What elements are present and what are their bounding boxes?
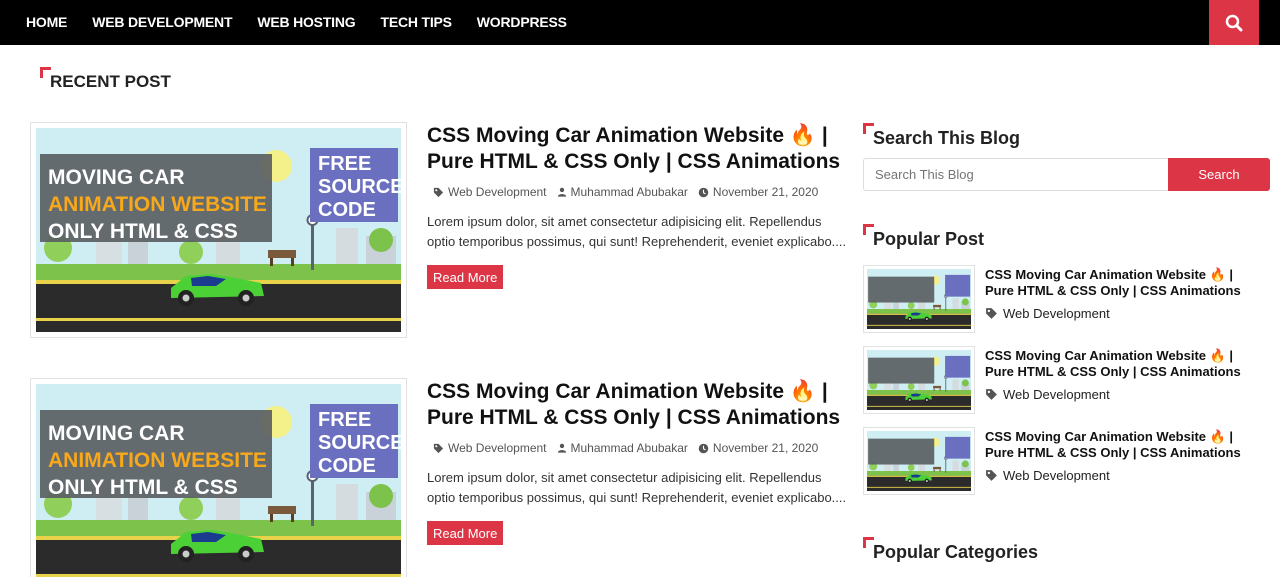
popular-post-item: CSS Moving Car Animation Website 🔥 | Pur… bbox=[863, 427, 1263, 495]
post-date: November 21, 2020 bbox=[698, 441, 818, 455]
post-card: MOVING CAR ANIMATION WEBSITE ONLY HTML &… bbox=[30, 122, 847, 338]
tag-icon bbox=[985, 469, 998, 482]
post-thumbnail[interactable]: MOVING CAR ANIMATION WEBSITE ONLY HTML &… bbox=[30, 122, 407, 338]
post-author-label: Muhammad Abubakar bbox=[570, 185, 688, 199]
popular-thumbnail-image bbox=[867, 350, 971, 410]
recent-post-heading: RECENT POST bbox=[40, 67, 171, 92]
blog-search-input[interactable] bbox=[863, 158, 1168, 191]
tag-icon bbox=[433, 187, 444, 198]
post-category-label: Web Development bbox=[448, 185, 547, 199]
post-category-label: Web Development bbox=[448, 441, 547, 455]
popular-post-category-label: Web Development bbox=[1003, 306, 1110, 321]
thumbnail-image: MOVING CAR ANIMATION WEBSITE ONLY HTML &… bbox=[36, 384, 401, 577]
thumb-badge-1: FREE bbox=[318, 153, 371, 175]
thumbnail-image: MOVING CAR ANIMATION WEBSITE ONLY HTML &… bbox=[36, 128, 401, 332]
clock-icon bbox=[698, 187, 709, 198]
user-icon bbox=[557, 443, 567, 453]
popular-post-category[interactable]: Web Development bbox=[985, 468, 1265, 483]
nav-link-tech-tips[interactable]: TECH TIPS bbox=[380, 14, 452, 30]
read-more-button[interactable]: Read More bbox=[427, 521, 504, 545]
popular-post-title[interactable]: CSS Moving Car Animation Website 🔥 | Pur… bbox=[985, 429, 1265, 461]
thumb-line-1: MOVING CAR bbox=[48, 422, 185, 445]
thumb-badge-3: CODE bbox=[318, 455, 376, 477]
post-meta: Web Development Muhammad Abubakar Novemb… bbox=[433, 185, 847, 199]
post-card: MOVING CAR ANIMATION WEBSITE ONLY HTML &… bbox=[30, 378, 847, 577]
tag-icon bbox=[985, 388, 998, 401]
nav-link-web-development[interactable]: WEB DEVELOPMENT bbox=[92, 14, 232, 30]
post-author-label: Muhammad Abubakar bbox=[570, 441, 688, 455]
read-more-button[interactable]: Read More bbox=[427, 265, 504, 289]
nav-item-tech-tips[interactable]: TECH TIPS bbox=[380, 14, 452, 32]
popular-post-thumbnail[interactable] bbox=[863, 265, 975, 333]
popular-post-heading: Popular Post bbox=[863, 224, 984, 250]
post-body: CSS Moving Car Animation Website 🔥 | Pur… bbox=[427, 122, 847, 289]
post-meta: Web Development Muhammad Abubakar Novemb… bbox=[433, 441, 847, 455]
user-icon bbox=[557, 187, 567, 197]
blog-search-button[interactable]: Search bbox=[1168, 158, 1270, 191]
thumb-line-3: ONLY HTML & CSS bbox=[48, 476, 238, 499]
thumb-line-3: ONLY HTML & CSS bbox=[48, 220, 238, 243]
top-nav: HOME WEB DEVELOPMENT WEB HOSTING TECH TI… bbox=[0, 0, 1280, 45]
nav-link-web-hosting[interactable]: WEB HOSTING bbox=[257, 14, 355, 30]
tag-icon bbox=[433, 443, 444, 454]
popular-post-item: CSS Moving Car Animation Website 🔥 | Pur… bbox=[863, 346, 1263, 414]
post-title[interactable]: CSS Moving Car Animation Website 🔥 | Pur… bbox=[427, 379, 847, 431]
popular-thumbnail-image bbox=[867, 269, 971, 329]
popular-post-category-label: Web Development bbox=[1003, 468, 1110, 483]
post-category[interactable]: Web Development bbox=[433, 441, 547, 455]
clock-icon bbox=[698, 443, 709, 454]
post-excerpt: Lorem ipsum dolor, sit amet consectetur … bbox=[427, 470, 847, 505]
popular-post-category[interactable]: Web Development bbox=[985, 387, 1265, 402]
popular-post-title[interactable]: CSS Moving Car Animation Website 🔥 | Pur… bbox=[985, 348, 1265, 380]
post-date-label: November 21, 2020 bbox=[712, 185, 819, 199]
post-date-label: November 21, 2020 bbox=[712, 441, 819, 455]
search-blog-heading: Search This Blog bbox=[863, 123, 1020, 149]
thumb-badge-3: CODE bbox=[318, 199, 376, 221]
tag-icon bbox=[985, 307, 998, 320]
thumb-line-2: ANIMATION WEBSITE bbox=[48, 193, 267, 216]
nav-link-home[interactable]: HOME bbox=[26, 14, 67, 30]
popular-post-item: CSS Moving Car Animation Website 🔥 | Pur… bbox=[863, 265, 1263, 333]
post-author[interactable]: Muhammad Abubakar bbox=[557, 185, 688, 199]
thumb-line-2: ANIMATION WEBSITE bbox=[48, 449, 267, 472]
post-date: November 21, 2020 bbox=[698, 185, 818, 199]
thumb-badge-2: SOURCE bbox=[318, 432, 401, 454]
post-category[interactable]: Web Development bbox=[433, 185, 547, 199]
post-thumbnail[interactable]: MOVING CAR ANIMATION WEBSITE ONLY HTML &… bbox=[30, 378, 407, 577]
thumb-line-1: MOVING CAR bbox=[48, 166, 185, 189]
thumb-badge-1: FREE bbox=[318, 409, 371, 431]
nav-item-home[interactable]: HOME bbox=[26, 14, 67, 32]
post-title[interactable]: CSS Moving Car Animation Website 🔥 | Pur… bbox=[427, 123, 847, 175]
nav-item-wordpress[interactable]: WORDPRESS bbox=[477, 14, 567, 32]
popular-post-body: CSS Moving Car Animation Website 🔥 | Pur… bbox=[985, 348, 1265, 402]
popular-post-body: CSS Moving Car Animation Website 🔥 | Pur… bbox=[985, 267, 1265, 321]
popular-post-body: CSS Moving Car Animation Website 🔥 | Pur… bbox=[985, 429, 1265, 483]
nav-item-web-development[interactable]: WEB DEVELOPMENT bbox=[92, 14, 232, 32]
blog-search-form: Search bbox=[863, 158, 1270, 191]
nav-search-button[interactable] bbox=[1209, 0, 1259, 45]
thumb-badge-2: SOURCE bbox=[318, 176, 401, 198]
nav-item-web-hosting[interactable]: WEB HOSTING bbox=[257, 14, 355, 32]
popular-categories-heading: Popular Categories bbox=[863, 537, 1038, 563]
popular-post-thumbnail[interactable] bbox=[863, 346, 975, 414]
popular-post-thumbnail[interactable] bbox=[863, 427, 975, 495]
post-excerpt: Lorem ipsum dolor, sit amet consectetur … bbox=[427, 214, 847, 249]
popular-post-title[interactable]: CSS Moving Car Animation Website 🔥 | Pur… bbox=[985, 267, 1265, 299]
popular-post-category[interactable]: Web Development bbox=[985, 306, 1265, 321]
post-body: CSS Moving Car Animation Website 🔥 | Pur… bbox=[427, 378, 847, 545]
nav-link-wordpress[interactable]: WORDPRESS bbox=[477, 14, 567, 30]
post-author[interactable]: Muhammad Abubakar bbox=[557, 441, 688, 455]
popular-post-category-label: Web Development bbox=[1003, 387, 1110, 402]
popular-thumbnail-image bbox=[867, 431, 971, 491]
search-icon bbox=[1225, 14, 1243, 31]
